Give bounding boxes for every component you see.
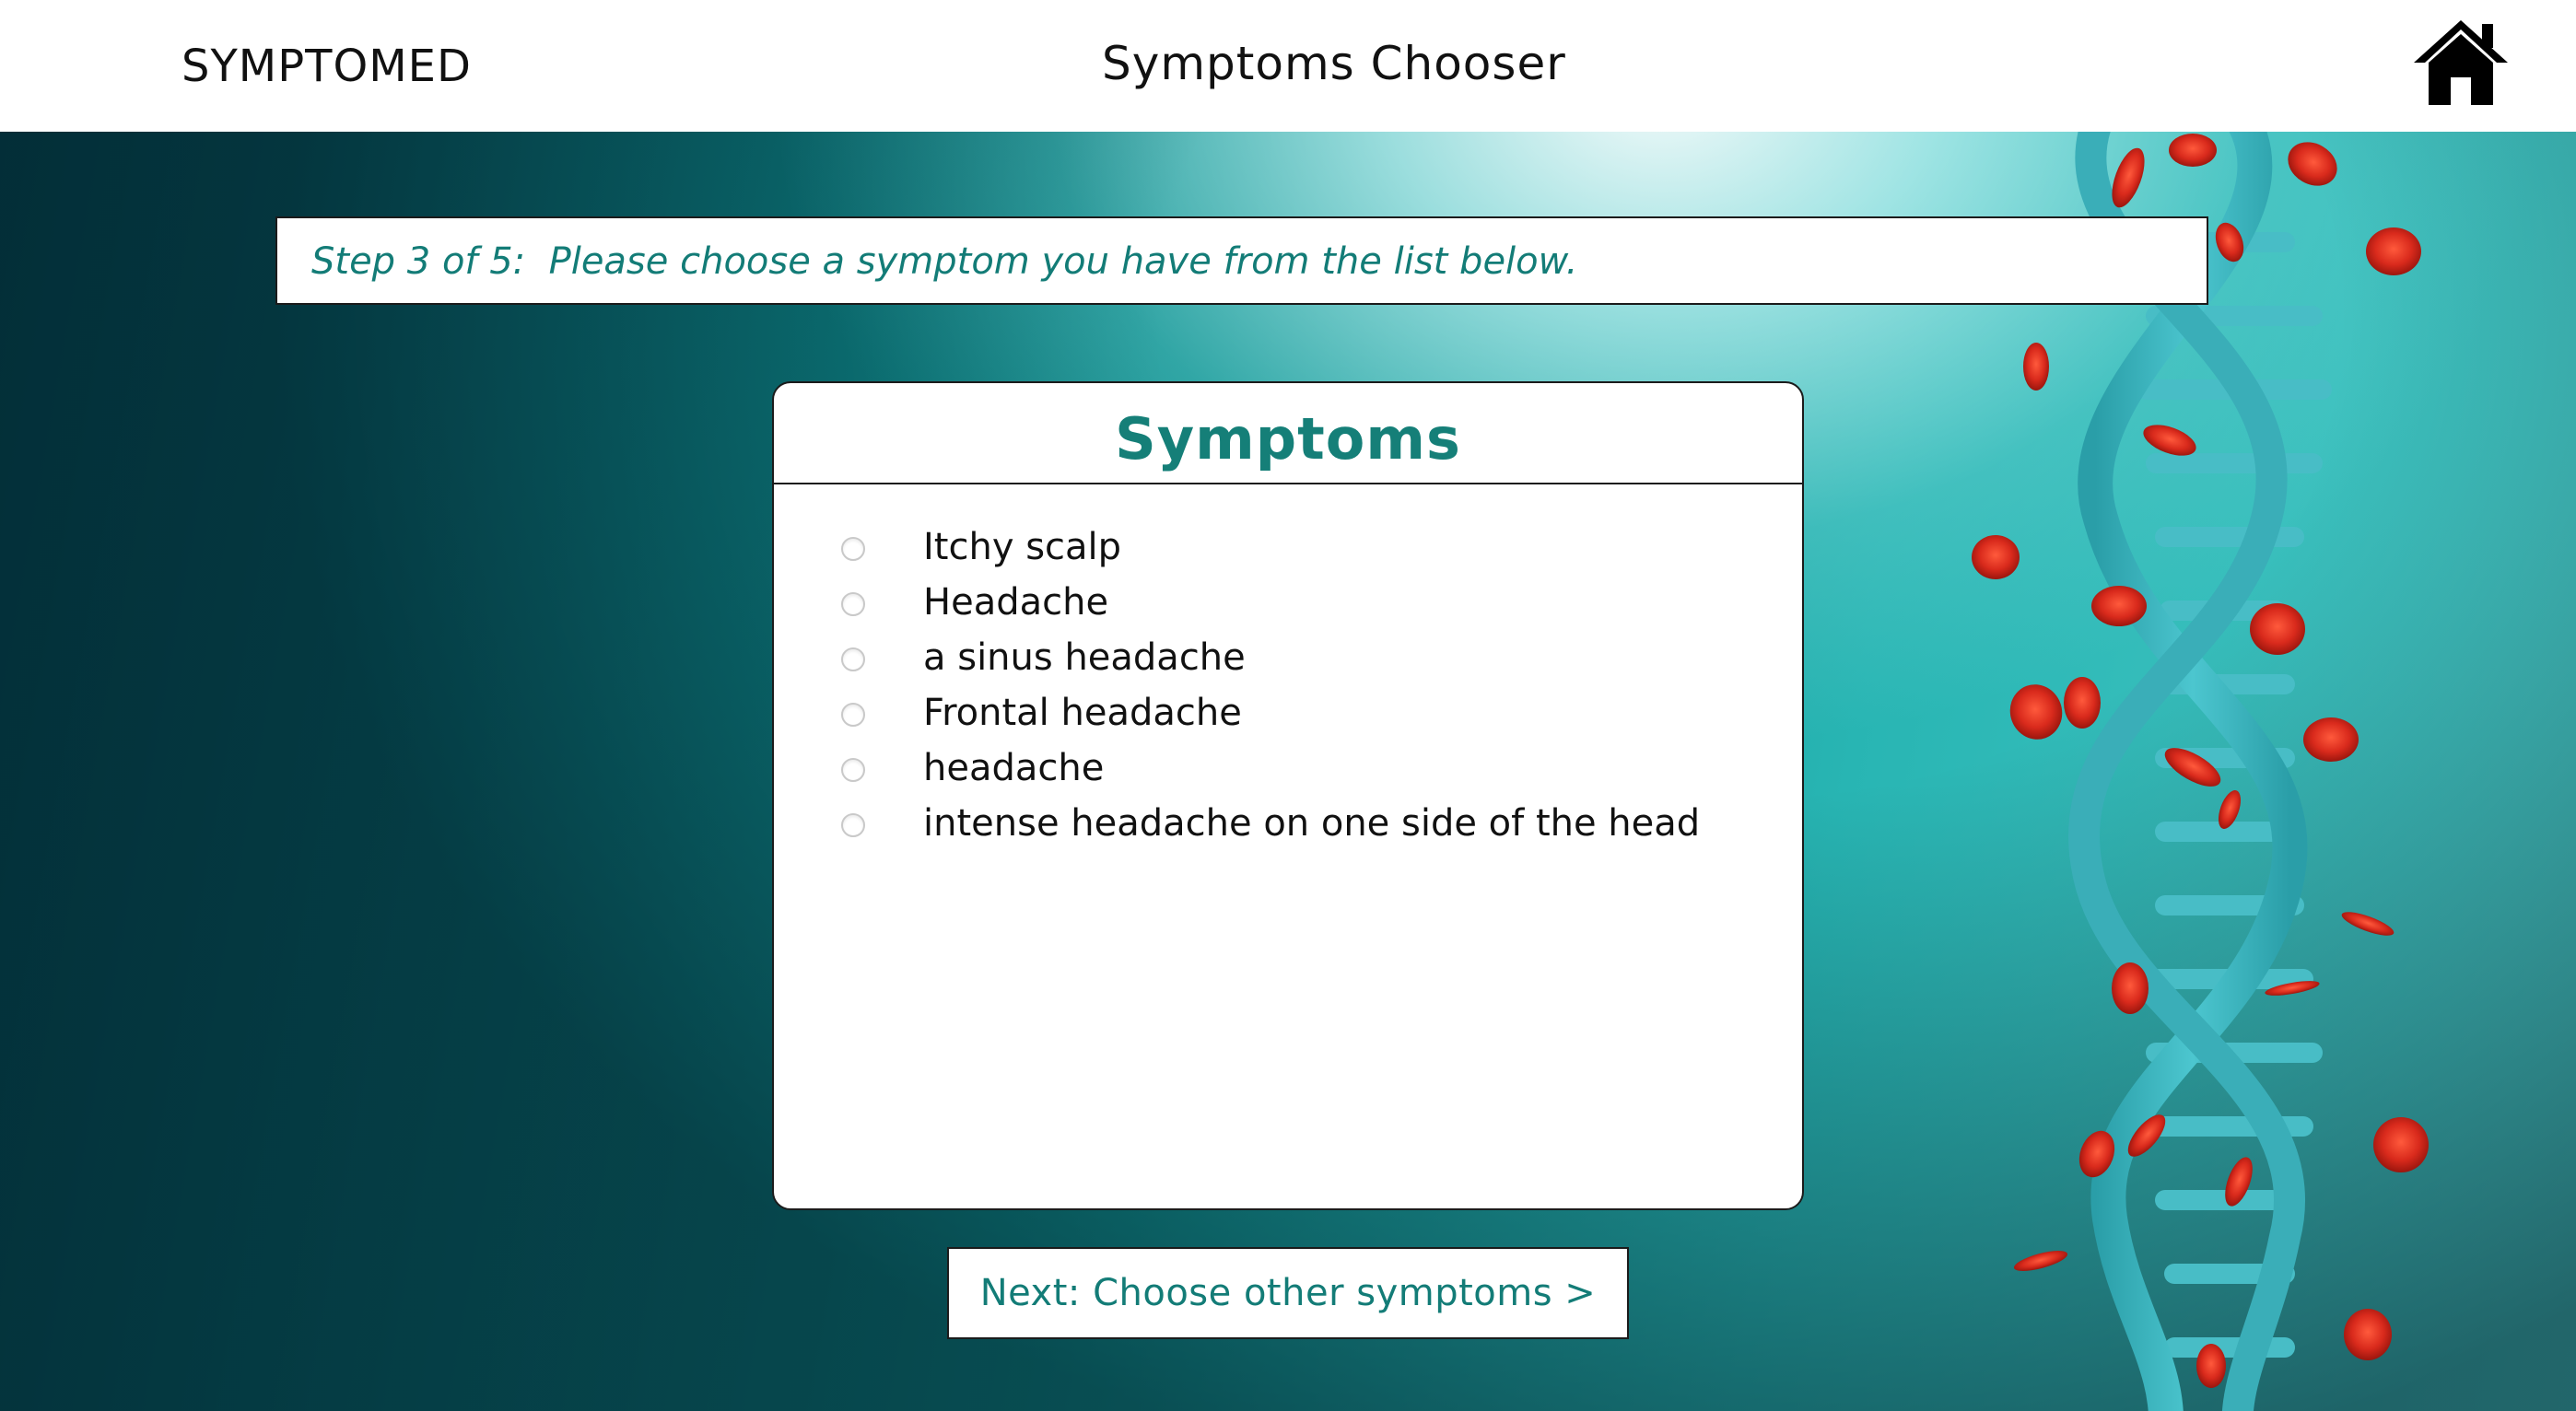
- symptom-option[interactable]: Headache: [774, 581, 1802, 636]
- symptom-label[interactable]: a sinus headache: [923, 636, 1246, 679]
- symptom-label[interactable]: headache: [923, 747, 1104, 789]
- symptom-radio[interactable]: [841, 537, 865, 561]
- brand-name: SYMPTOMED: [181, 41, 472, 92]
- symptom-radio[interactable]: [841, 592, 865, 616]
- symptoms-panel: Symptoms Itchy scalp Headache a sinus he…: [772, 381, 1804, 1210]
- symptom-label[interactable]: Frontal headache: [923, 692, 1242, 734]
- symptom-radio[interactable]: [841, 647, 865, 671]
- symptom-radio[interactable]: [841, 813, 865, 837]
- symptom-label[interactable]: Itchy scalp: [923, 526, 1121, 568]
- home-button[interactable]: [2410, 17, 2512, 109]
- step-instruction-banner: Step 3 of 5: Please choose a symptom you…: [275, 216, 2208, 305]
- symptom-list: Itchy scalp Headache a sinus headache Fr…: [774, 526, 1802, 857]
- home-icon: [2414, 20, 2508, 105]
- symptom-label[interactable]: intense headache on one side of the head: [923, 802, 1700, 845]
- symptoms-panel-header: Symptoms: [774, 383, 1802, 484]
- symptom-option[interactable]: Frontal headache: [774, 692, 1802, 747]
- symptom-radio[interactable]: [841, 758, 865, 782]
- next-button-label: Next: Choose other symptoms >: [979, 1272, 1597, 1314]
- symptom-radio[interactable]: [841, 703, 865, 727]
- symptom-option[interactable]: a sinus headache: [774, 636, 1802, 692]
- symptom-option[interactable]: headache: [774, 747, 1802, 802]
- top-bar: SYMPTOMED Symptoms Chooser: [0, 0, 2576, 132]
- dna-helix-illustration: [1972, 132, 2429, 1411]
- symptom-option[interactable]: Itchy scalp: [774, 526, 1802, 581]
- symptom-option[interactable]: intense headache on one side of the head: [774, 802, 1802, 857]
- next-button[interactable]: Next: Choose other symptoms >: [947, 1247, 1629, 1339]
- symptoms-chooser-page: SYMPTOMED Symptoms Chooser Step 3 of 5: …: [0, 0, 2576, 1411]
- symptom-label[interactable]: Headache: [923, 581, 1108, 624]
- page-title: Symptoms Chooser: [1102, 37, 1566, 90]
- step-instruction-text: Step 3 of 5: Please choose a symptom you…: [311, 240, 1578, 283]
- symptoms-panel-title: Symptoms: [1115, 405, 1461, 472]
